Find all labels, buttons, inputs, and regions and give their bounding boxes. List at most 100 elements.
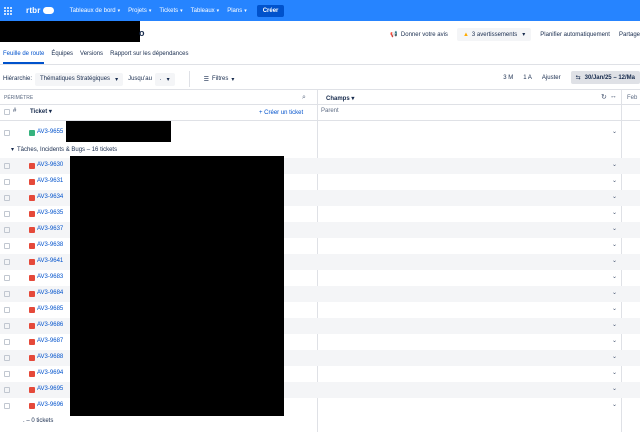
bug-icon bbox=[29, 195, 35, 201]
filters-label: Filtres bbox=[212, 76, 229, 82]
tab-dependencies[interactable]: Rapport sur les dépendances bbox=[110, 51, 188, 64]
group-header[interactable]: ▾ Tâches, Incidents & Bugs – 16 tickets bbox=[11, 146, 117, 153]
chevron-down-icon[interactable]: ⌄ bbox=[612, 128, 617, 135]
range-1a-button[interactable]: 1 A bbox=[523, 75, 532, 81]
nav-dashboards[interactable]: Tableaux de bord ▾ bbox=[70, 8, 121, 14]
row-checkbox[interactable] bbox=[4, 291, 10, 297]
chevron-down-icon[interactable]: ⌄ bbox=[612, 225, 617, 232]
ticket-key[interactable]: AV3-9683 bbox=[37, 274, 63, 280]
chevron-down-icon[interactable]: ⌄ bbox=[612, 193, 617, 200]
ticket-key[interactable]: AV3-9638 bbox=[37, 242, 63, 248]
filters-button[interactable]: ☰ Filtres ▾ bbox=[199, 73, 240, 86]
ticket-key[interactable]: AV3-9630 bbox=[37, 162, 63, 168]
row-checkbox[interactable] bbox=[4, 371, 10, 377]
bug-icon bbox=[29, 163, 35, 169]
nav-plans[interactable]: Plans ▾ bbox=[227, 8, 247, 14]
nav-tickets[interactable]: Tickets ▾ bbox=[159, 8, 182, 14]
row-checkbox[interactable] bbox=[4, 211, 10, 217]
create-ticket-button[interactable]: + Créer un ticket bbox=[259, 110, 303, 116]
warnings-button[interactable]: ▲ 3 avertissements ▾ bbox=[456, 28, 532, 41]
row-checkbox[interactable] bbox=[4, 307, 10, 313]
ticket-key[interactable]: AV3-9635 bbox=[37, 210, 63, 216]
date-range-button[interactable]: ⇆ 30/Jan/25 – 12/Ma bbox=[570, 71, 640, 84]
until-value: . bbox=[159, 76, 162, 82]
ticket-key[interactable]: AV3-9688 bbox=[37, 354, 63, 360]
select-all-checkbox[interactable] bbox=[4, 109, 10, 115]
row-checkbox[interactable] bbox=[4, 323, 10, 329]
chevron-down-icon: ▾ bbox=[180, 7, 183, 14]
bug-icon bbox=[29, 259, 35, 265]
chevron-down-icon[interactable]: ⌄ bbox=[612, 321, 617, 328]
chevron-down-icon[interactable]: ⌄ bbox=[612, 209, 617, 216]
ticket-key[interactable]: AV3-9631 bbox=[37, 178, 63, 184]
share-button[interactable]: Partage bbox=[619, 32, 640, 38]
chevron-down-icon: ▾ bbox=[351, 96, 355, 102]
chevron-down-icon[interactable]: ⌄ bbox=[612, 385, 617, 392]
chevron-down-icon[interactable]: ⌄ bbox=[612, 289, 617, 296]
row-checkbox[interactable] bbox=[4, 195, 10, 201]
ticket-key[interactable]: AV3-9685 bbox=[37, 306, 63, 312]
row-checkbox[interactable] bbox=[4, 339, 10, 345]
chevron-down-icon[interactable]: ⌄ bbox=[612, 305, 617, 312]
ticket-key[interactable]: AV3-9687 bbox=[37, 338, 63, 344]
fields-dropdown[interactable]: Champs ▾ bbox=[326, 95, 354, 102]
ticket-key[interactable]: AV3-9684 bbox=[37, 290, 63, 296]
page-title-tail: o bbox=[139, 28, 145, 38]
row-checkbox[interactable] bbox=[4, 227, 10, 233]
expand-icon[interactable]: ↔ bbox=[610, 93, 617, 101]
row-checkbox[interactable] bbox=[4, 259, 10, 265]
chevron-down-icon[interactable]: ⌄ bbox=[612, 401, 617, 408]
nav-boards[interactable]: Tableaux ▾ bbox=[191, 8, 220, 14]
create-button[interactable]: Créer bbox=[256, 4, 285, 17]
hierarchy-select[interactable]: Thématiques Stratégiques ▾ bbox=[35, 72, 124, 86]
search-icon[interactable]: ⌕ bbox=[302, 94, 306, 102]
until-select[interactable]: . ▾ bbox=[154, 72, 175, 86]
app-switcher-icon[interactable] bbox=[4, 6, 12, 15]
ticket-key[interactable]: AV3-9637 bbox=[37, 226, 63, 232]
chevron-down-icon: ▾ bbox=[117, 7, 121, 14]
row-checkbox[interactable] bbox=[4, 355, 10, 361]
feedback-button[interactable]: 📢 Donner votre avis bbox=[390, 31, 448, 39]
range-3m-button[interactable]: 3 M bbox=[503, 75, 513, 81]
tab-versions[interactable]: Versions bbox=[80, 51, 103, 64]
row-checkbox[interactable] bbox=[4, 243, 10, 249]
chevron-down-icon[interactable]: ⌄ bbox=[612, 273, 617, 280]
nav-projects-label: Projets bbox=[128, 7, 147, 14]
auto-plan-button[interactable]: Planifier automatiquement bbox=[540, 32, 610, 38]
row-checkbox[interactable] bbox=[4, 403, 10, 409]
adjust-button[interactable]: Ajuster bbox=[542, 75, 561, 81]
bug-icon bbox=[29, 275, 35, 281]
swap-icon: ⇆ bbox=[575, 75, 581, 81]
nav-dashboards-label: Tableaux de bord bbox=[69, 7, 116, 14]
ticket-key[interactable]: AV3-9686 bbox=[37, 322, 63, 328]
megaphone-icon: 📢 bbox=[390, 32, 398, 38]
row-checkbox[interactable] bbox=[4, 130, 10, 136]
nav-projects[interactable]: Projets ▾ bbox=[128, 8, 151, 14]
ticket-key[interactable]: AV3-9655 bbox=[37, 129, 63, 135]
chevron-down-icon: ▾ bbox=[244, 7, 247, 14]
ticket-key[interactable]: AV3-9694 bbox=[37, 370, 63, 376]
tab-teams[interactable]: Équipes bbox=[51, 51, 73, 64]
chevron-down-icon[interactable]: ⌄ bbox=[612, 369, 617, 376]
chevron-down-icon[interactable]: ⌄ bbox=[612, 353, 617, 360]
feedback-label: Donner votre avis bbox=[400, 31, 448, 38]
row-checkbox[interactable] bbox=[4, 163, 10, 169]
chevron-down-icon: ▾ bbox=[522, 32, 526, 38]
ticket-key[interactable]: AV3-9696 bbox=[37, 402, 63, 408]
logo[interactable]: rtbr bbox=[26, 6, 54, 15]
row-checkbox[interactable] bbox=[4, 179, 10, 185]
ticket-key[interactable]: AV3-9695 bbox=[37, 386, 63, 392]
tab-roadmap[interactable]: Feuille de route bbox=[3, 51, 45, 64]
chevron-down-icon[interactable]: ⌄ bbox=[612, 337, 617, 344]
chevron-down-icon[interactable]: ⌄ bbox=[612, 161, 617, 168]
row-checkbox[interactable] bbox=[4, 275, 10, 281]
chevron-down-icon[interactable]: ⌄ bbox=[612, 257, 617, 264]
row-checkbox[interactable] bbox=[4, 387, 10, 393]
refresh-icon[interactable]: ↻ bbox=[601, 93, 607, 101]
ticket-column-header[interactable]: Ticket ▾ bbox=[30, 108, 52, 115]
ticket-key[interactable]: AV3-9634 bbox=[37, 194, 63, 200]
chevron-down-icon[interactable]: ⌄ bbox=[612, 241, 617, 248]
ticket-key[interactable]: AV3-9641 bbox=[37, 258, 63, 264]
table-top-border bbox=[0, 89, 640, 90]
chevron-down-icon[interactable]: ⌄ bbox=[612, 177, 617, 184]
